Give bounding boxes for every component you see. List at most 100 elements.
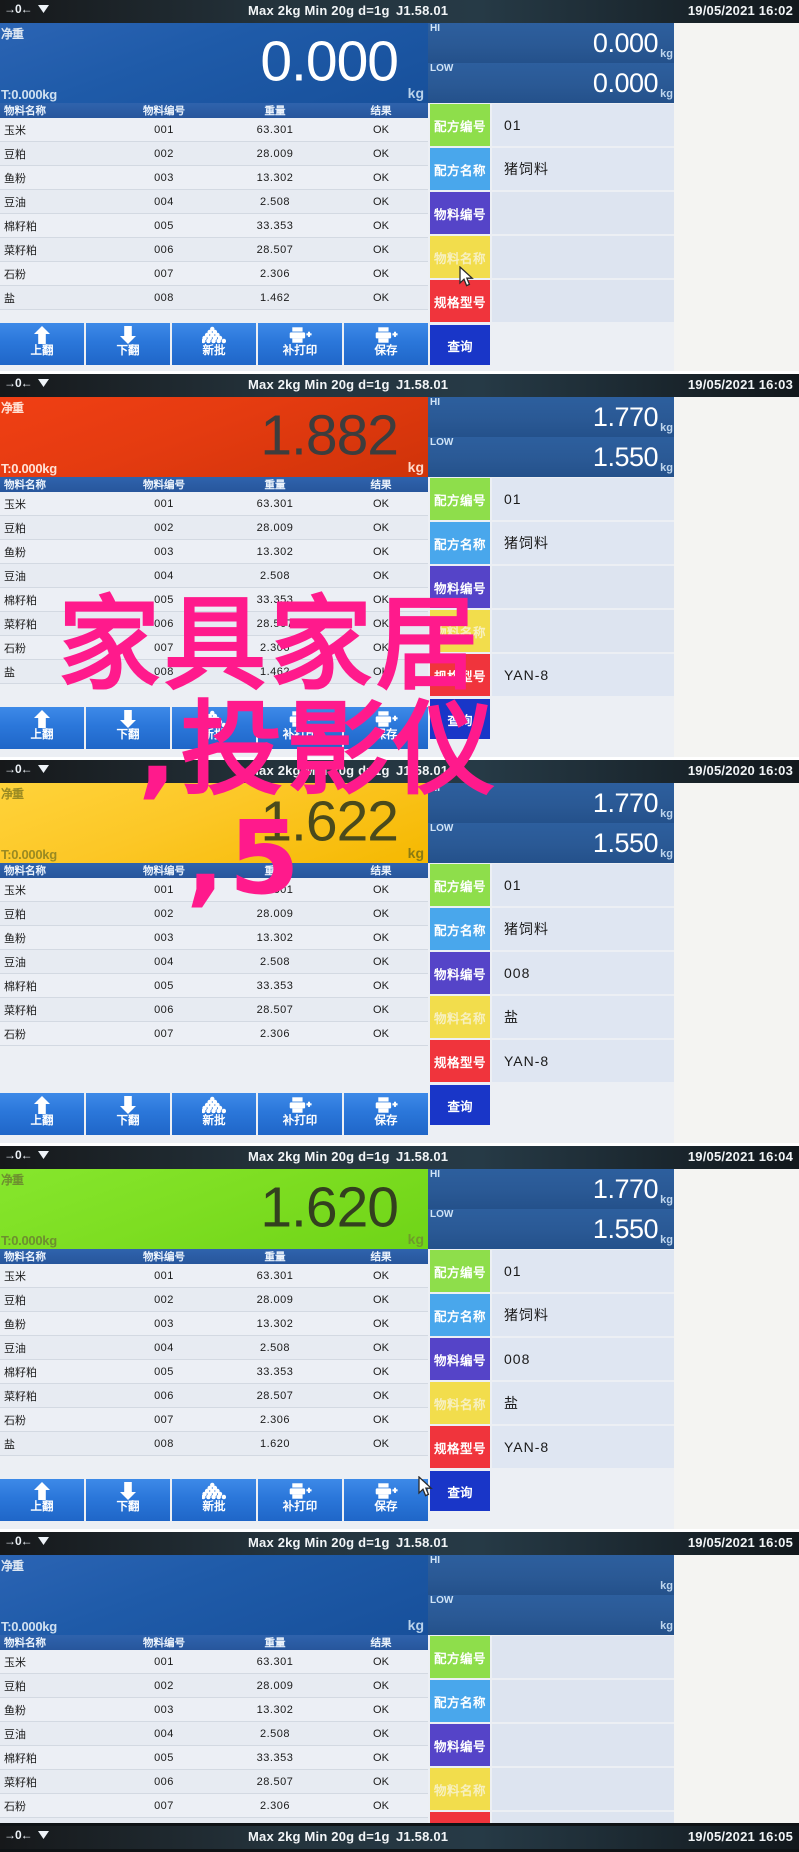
prop-row-recipe-no-value[interactable]: 01 bbox=[492, 1250, 674, 1292]
table-row[interactable]: 盐 008 1.462 OK bbox=[0, 660, 428, 684]
table-row[interactable]: 菜籽粕 006 28.507 OK bbox=[0, 612, 428, 636]
prop-row-material-name-label[interactable]: 物料名称 bbox=[430, 610, 490, 652]
table-row[interactable]: 玉米 001 63.301 OK bbox=[0, 1264, 428, 1288]
table-row[interactable]: 豆油 004 2.508 OK bbox=[0, 190, 428, 214]
table-row[interactable]: 豆油 004 2.508 OK bbox=[0, 1722, 428, 1746]
prop-row-material-name-value[interactable] bbox=[492, 610, 674, 652]
prop-row-spec-label[interactable]: 规格型号 bbox=[430, 1040, 490, 1082]
query-button[interactable]: 查询 bbox=[430, 1085, 490, 1125]
prop-row-recipe-name-value[interactable]: 猪饲料 bbox=[492, 908, 674, 950]
new-batch-button[interactable]: 新批 bbox=[172, 323, 256, 365]
prop-row-material-no-value[interactable]: 008 bbox=[492, 952, 674, 994]
prop-row-material-no-label[interactable]: 物料编号 bbox=[430, 1724, 490, 1766]
prop-row-recipe-no-label[interactable]: 配方编号 bbox=[430, 1636, 490, 1678]
prop-row-material-name-label[interactable]: 物料名称 bbox=[430, 1382, 490, 1424]
table-row[interactable]: 棉籽粕 005 33.353 OK bbox=[0, 214, 428, 238]
table-row[interactable]: 玉米 001 63.301 OK bbox=[0, 118, 428, 142]
prop-row-material-no-value[interactable] bbox=[492, 192, 674, 234]
prop-row-material-name-value[interactable]: 盐 bbox=[492, 996, 674, 1038]
prop-row-material-name-value[interactable] bbox=[492, 236, 674, 278]
page-down-button[interactable]: 下翻 bbox=[86, 707, 170, 749]
page-down-button[interactable]: 下翻 bbox=[86, 1093, 170, 1135]
table-row[interactable]: 豆粕 002 28.009 OK bbox=[0, 1288, 428, 1312]
reprint-button[interactable]: 补打印 bbox=[258, 323, 342, 365]
reprint-button[interactable]: 补打印 bbox=[258, 1093, 342, 1135]
prop-row-material-no-value[interactable]: 008 bbox=[492, 1338, 674, 1380]
prop-row-recipe-no-label[interactable]: 配方编号 bbox=[430, 864, 490, 906]
prop-row-material-no-label[interactable]: 物料编号 bbox=[430, 566, 490, 608]
prop-row-recipe-name-label[interactable]: 配方名称 bbox=[430, 148, 490, 190]
prop-row-material-name-label[interactable]: 物料名称 bbox=[430, 996, 490, 1038]
prop-row-recipe-no-value[interactable]: 01 bbox=[492, 104, 674, 146]
table-row[interactable]: 玉米 001 63.301 OK bbox=[0, 492, 428, 516]
prop-row-material-name-label[interactable]: 物料名称 bbox=[430, 236, 490, 278]
prop-row-material-no-value[interactable] bbox=[492, 566, 674, 608]
table-row[interactable]: 豆粕 002 28.009 OK bbox=[0, 1674, 428, 1698]
reprint-button[interactable]: 补打印 bbox=[258, 1479, 342, 1521]
query-button[interactable]: 查询 bbox=[430, 699, 490, 739]
prop-row-material-no-label[interactable]: 物料编号 bbox=[430, 1338, 490, 1380]
table-row[interactable]: 石粉 007 2.306 OK bbox=[0, 1022, 428, 1046]
table-row[interactable]: 玉米 001 63.301 OK bbox=[0, 878, 428, 902]
prop-row-recipe-no-label[interactable]: 配方编号 bbox=[430, 1250, 490, 1292]
page-down-button[interactable]: 下翻 bbox=[86, 323, 170, 365]
query-button[interactable]: 查询 bbox=[430, 1471, 490, 1511]
page-up-button[interactable]: 上翻 bbox=[0, 323, 84, 365]
page-up-button[interactable]: 上翻 bbox=[0, 1093, 84, 1135]
prop-row-recipe-name-label[interactable]: 配方名称 bbox=[430, 1294, 490, 1336]
table-row[interactable]: 棉籽粕 005 33.353 OK bbox=[0, 974, 428, 998]
table-row[interactable]: 石粉 007 2.306 OK bbox=[0, 1794, 428, 1818]
prop-row-recipe-no-value[interactable] bbox=[492, 1636, 674, 1678]
prop-row-material-name-value[interactable] bbox=[492, 1768, 674, 1810]
query-button[interactable]: 查询 bbox=[430, 325, 490, 365]
table-row[interactable]: 菜籽粕 006 28.507 OK bbox=[0, 238, 428, 262]
table-row[interactable]: 玉米 001 63.301 OK bbox=[0, 1650, 428, 1674]
prop-row-recipe-name-value[interactable]: 猪饲料 bbox=[492, 522, 674, 564]
table-row[interactable]: 鱼粉 003 13.302 OK bbox=[0, 540, 428, 564]
save-button[interactable]: 保存 bbox=[344, 323, 428, 365]
prop-row-material-no-label[interactable]: 物料编号 bbox=[430, 952, 490, 994]
save-button[interactable]: 保存 bbox=[344, 1093, 428, 1135]
prop-row-recipe-name-label[interactable]: 配方名称 bbox=[430, 1680, 490, 1722]
prop-row-material-name-label[interactable]: 物料名称 bbox=[430, 1768, 490, 1810]
table-row[interactable]: 棉籽粕 005 33.353 OK bbox=[0, 1746, 428, 1770]
table-row[interactable]: 豆油 004 2.508 OK bbox=[0, 1336, 428, 1360]
prop-row-recipe-name-value[interactable]: 猪饲料 bbox=[492, 148, 674, 190]
prop-row-material-name-value[interactable]: 盐 bbox=[492, 1382, 674, 1424]
prop-row-spec-value[interactable]: YAN-8 bbox=[492, 1426, 674, 1468]
table-row[interactable]: 鱼粉 003 13.302 OK bbox=[0, 1698, 428, 1722]
prop-row-recipe-name-label[interactable]: 配方名称 bbox=[430, 522, 490, 564]
table-row[interactable]: 棉籽粕 005 33.353 OK bbox=[0, 588, 428, 612]
table-row[interactable]: 石粉 007 2.306 OK bbox=[0, 1408, 428, 1432]
prop-row-spec-label[interactable]: 规格型号 bbox=[430, 654, 490, 696]
prop-row-spec-value[interactable]: YAN-8 bbox=[492, 654, 674, 696]
table-row[interactable]: 石粉 007 2.306 OK bbox=[0, 636, 428, 660]
table-row[interactable]: 菜籽粕 006 28.507 OK bbox=[0, 998, 428, 1022]
prop-row-spec-label[interactable]: 规格型号 bbox=[430, 280, 490, 322]
table-row[interactable]: 棉籽粕 005 33.353 OK bbox=[0, 1360, 428, 1384]
table-row[interactable]: 鱼粉 003 13.302 OK bbox=[0, 1312, 428, 1336]
prop-row-recipe-no-value[interactable]: 01 bbox=[492, 864, 674, 906]
page-down-button[interactable]: 下翻 bbox=[86, 1479, 170, 1521]
page-up-button[interactable]: 上翻 bbox=[0, 1479, 84, 1521]
new-batch-button[interactable]: 新批 bbox=[172, 1093, 256, 1135]
prop-row-material-no-label[interactable]: 物料编号 bbox=[430, 192, 490, 234]
prop-row-spec-value[interactable] bbox=[492, 280, 674, 322]
prop-row-spec-label[interactable]: 规格型号 bbox=[430, 1426, 490, 1468]
table-row[interactable]: 菜籽粕 006 28.507 OK bbox=[0, 1384, 428, 1408]
prop-row-spec-value[interactable]: YAN-8 bbox=[492, 1040, 674, 1082]
prop-row-recipe-no-label[interactable]: 配方编号 bbox=[430, 104, 490, 146]
prop-row-material-no-value[interactable] bbox=[492, 1724, 674, 1766]
page-up-button[interactable]: 上翻 bbox=[0, 707, 84, 749]
table-row[interactable]: 鱼粉 003 13.302 OK bbox=[0, 926, 428, 950]
table-row[interactable]: 鱼粉 003 13.302 OK bbox=[0, 166, 428, 190]
table-row[interactable]: 豆粕 002 28.009 OK bbox=[0, 142, 428, 166]
prop-row-recipe-no-label[interactable]: 配方编号 bbox=[430, 478, 490, 520]
table-row[interactable]: 豆油 004 2.508 OK bbox=[0, 950, 428, 974]
table-row[interactable]: 石粉 007 2.306 OK bbox=[0, 262, 428, 286]
prop-row-recipe-name-label[interactable]: 配方名称 bbox=[430, 908, 490, 950]
prop-row-recipe-no-value[interactable]: 01 bbox=[492, 478, 674, 520]
save-button[interactable]: 保存 bbox=[344, 707, 428, 749]
prop-row-recipe-name-value[interactable]: 猪饲料 bbox=[492, 1294, 674, 1336]
save-button[interactable]: 保存 bbox=[344, 1479, 428, 1521]
